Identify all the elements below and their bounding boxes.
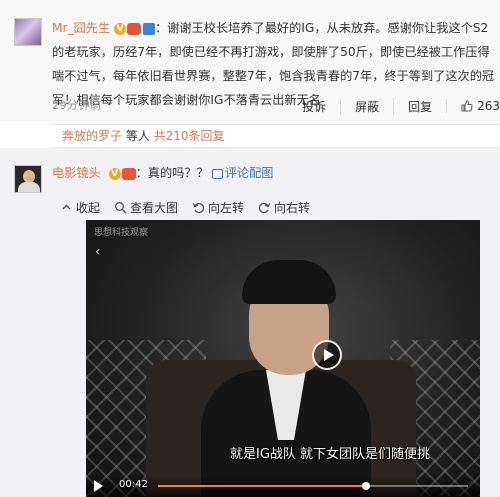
- username-link[interactable]: 电影镜头: [52, 166, 101, 180]
- collapse-label: 收起: [76, 201, 101, 215]
- replies-middle-text: 等人: [122, 129, 154, 143]
- verified-badge-icon: V: [114, 22, 127, 35]
- comment-actions: 投诉 屏蔽 回复 263: [288, 95, 500, 117]
- video-time: 00:42: [119, 479, 148, 490]
- vip-badge-icon: [121, 167, 136, 180]
- collapse-icon: [62, 204, 71, 210]
- replies-count-link[interactable]: 共210条回复: [154, 129, 225, 143]
- like-button[interactable]: 263: [446, 99, 500, 113]
- vip-badge-icon: [127, 22, 142, 35]
- progress-bar[interactable]: [158, 482, 468, 490]
- username-link[interactable]: Mr_囧先生: [52, 21, 110, 35]
- review-image-link[interactable]: 评论配图: [225, 166, 274, 180]
- video-controls: 00:42: [86, 475, 480, 497]
- play-icon[interactable]: [94, 480, 103, 492]
- reply-user-link[interactable]: 奔放的罗子: [62, 129, 122, 143]
- play-button-icon[interactable]: [312, 340, 342, 370]
- view-large-label: 查看大图: [130, 201, 179, 215]
- progress-handle[interactable]: [361, 482, 370, 490]
- comment-body: 电影镜头 V ：真的吗？？ 评论配图: [52, 163, 274, 183]
- block-button[interactable]: 屏蔽: [340, 97, 393, 115]
- video-watermark: 思想科技观察: [94, 228, 149, 238]
- progress-fill: [158, 485, 366, 487]
- replies-summary[interactable]: 奔放的罗子 等人 共210条回复: [52, 124, 500, 148]
- rotate-right-button[interactable]: 向右转: [258, 199, 310, 216]
- view-large-button[interactable]: 查看大图: [114, 199, 178, 216]
- thumbs-up-icon: [461, 100, 473, 112]
- avatar[interactable]: [14, 165, 42, 193]
- search-icon: [115, 202, 127, 214]
- back-arrow-icon[interactable]: ‹: [95, 244, 101, 260]
- level-badge-icon: [143, 22, 156, 35]
- rotate-left-button[interactable]: 向左转: [192, 199, 244, 216]
- rotate-right-label: 向右转: [274, 201, 311, 215]
- verified-badge-icon: V: [108, 167, 121, 180]
- rotate-left-icon: [192, 202, 205, 214]
- rotate-right-icon: [258, 202, 271, 214]
- video-player[interactable]: 思想科技观察 ‹ 就是IG战队 就下女团队是们随便挑 00:42: [86, 220, 480, 497]
- reply-button[interactable]: 回复: [393, 97, 446, 115]
- image-toolbar: 收起 查看大图 向左转 向右转: [60, 199, 324, 216]
- collapse-button[interactable]: 收起: [60, 199, 100, 216]
- comment-text: ：真的吗？？: [135, 166, 209, 180]
- video-subtitle: 就是IG战队 就下女团队是们随便挑: [230, 447, 431, 462]
- comment-item: Mr_囧先生 V ：谢谢王校长培养了最好的IG，从未放弃。感谢你让我这个S2的老玩…: [0, 0, 500, 121]
- report-button[interactable]: 投诉: [288, 98, 340, 115]
- hair-shape: [242, 260, 336, 304]
- image-icon: [211, 168, 223, 179]
- like-count: 263: [477, 99, 500, 113]
- rotate-left-label: 向左转: [208, 201, 245, 215]
- avatar[interactable]: [14, 18, 42, 46]
- avatar-shoulder: [18, 182, 40, 192]
- comment-time: 29分钟前: [52, 98, 102, 112]
